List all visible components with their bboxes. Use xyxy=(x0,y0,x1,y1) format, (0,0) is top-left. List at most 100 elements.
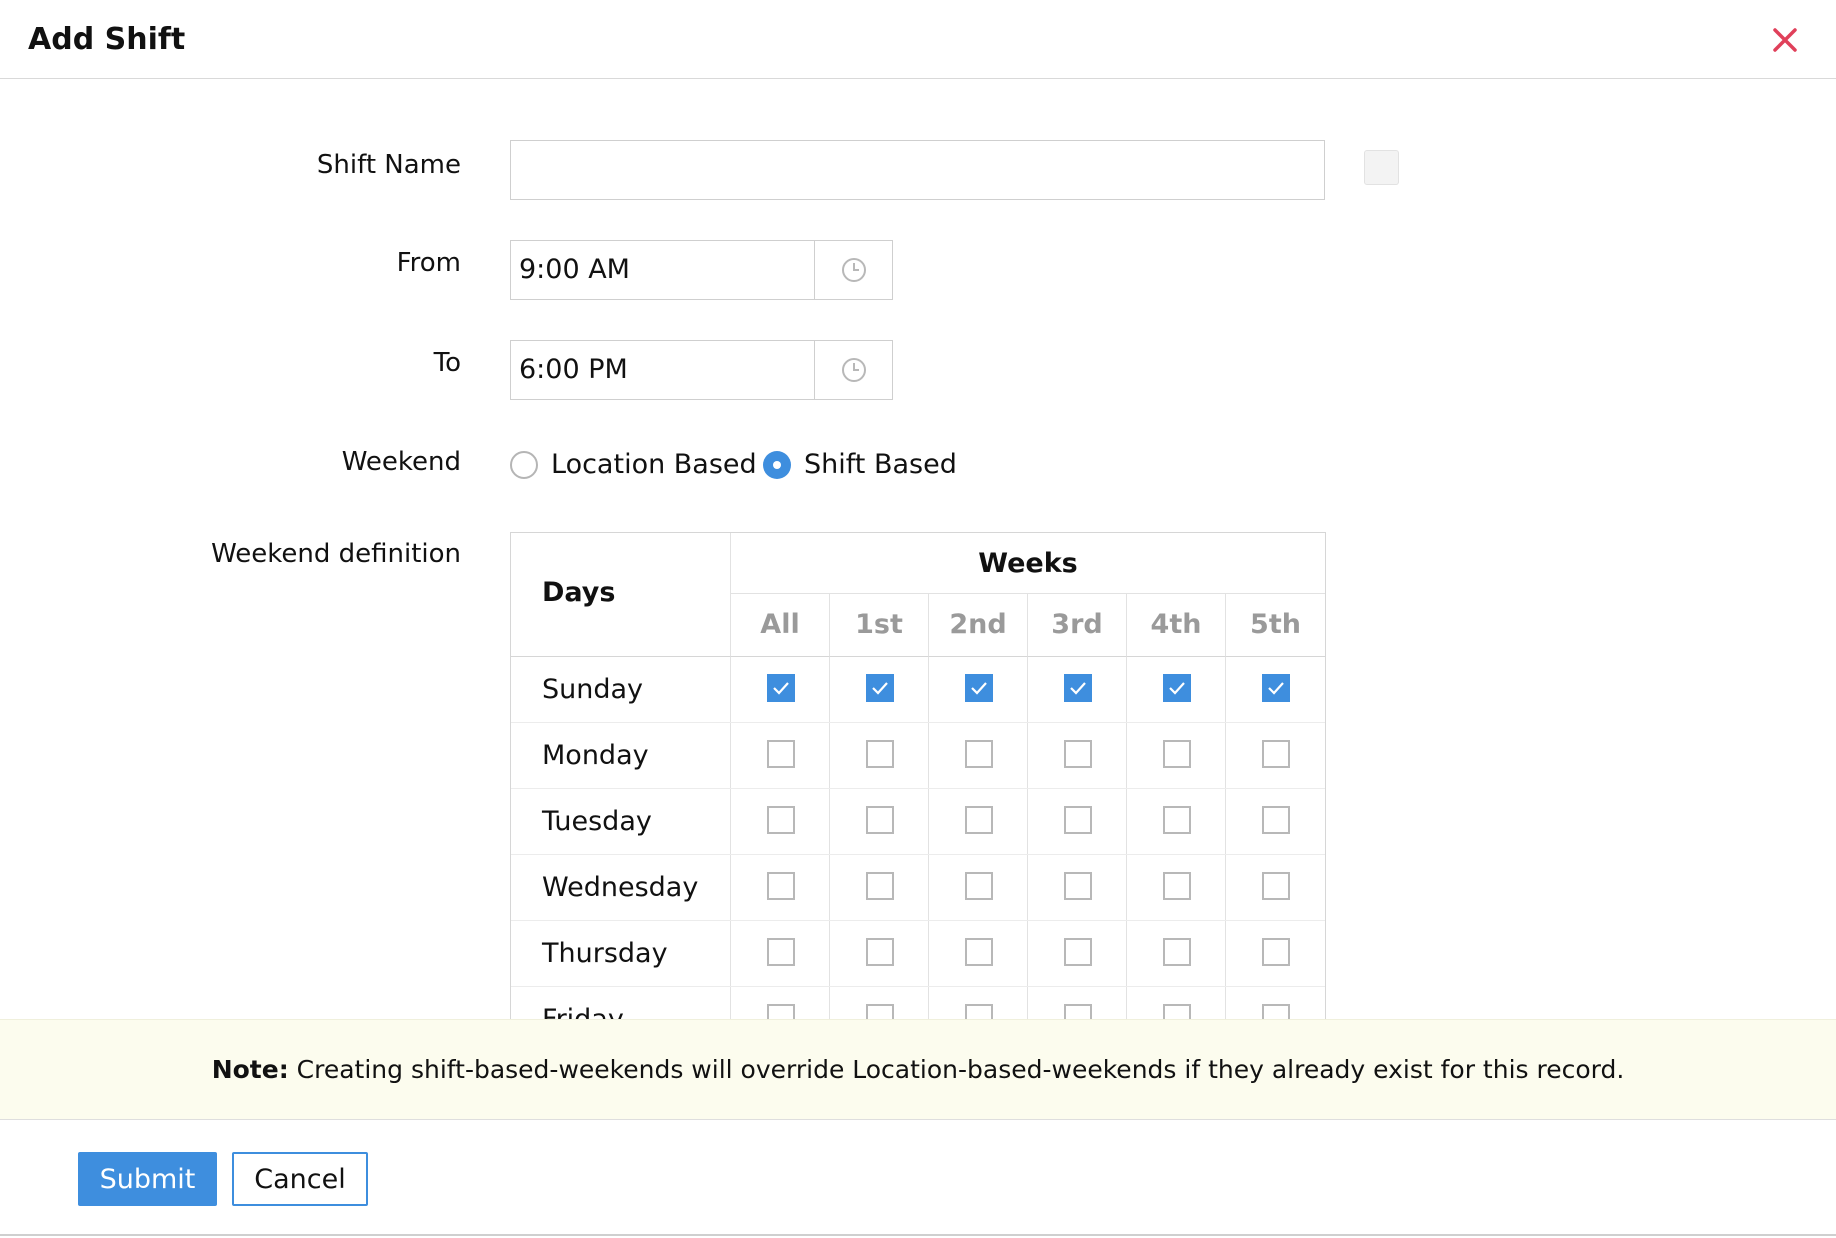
week-cell xyxy=(830,921,929,986)
close-icon[interactable] xyxy=(1767,22,1803,58)
day-label: Tuesday xyxy=(511,789,731,854)
from-time-picker-button[interactable] xyxy=(814,241,892,299)
color-picker-box[interactable] xyxy=(1364,150,1399,185)
week-checkbox[interactable] xyxy=(1262,872,1290,900)
day-label: Sunday xyxy=(511,657,731,722)
table-row: Tuesday xyxy=(511,789,1325,855)
week-column-header: All xyxy=(731,594,830,657)
week-cell xyxy=(731,657,830,722)
submit-button[interactable]: Submit xyxy=(78,1152,217,1206)
week-checkbox[interactable] xyxy=(767,1004,795,1019)
week-column-header: 3rd xyxy=(1028,594,1127,657)
week-cell xyxy=(830,987,929,1019)
week-checkbox[interactable] xyxy=(1064,806,1092,834)
table-row: Monday xyxy=(511,723,1325,789)
checkmark-icon xyxy=(872,682,888,695)
week-cell xyxy=(731,921,830,986)
clock-icon xyxy=(842,358,866,382)
weekend-definition-label: Weekend definition xyxy=(211,539,461,569)
week-checkbox[interactable] xyxy=(1262,1004,1290,1019)
week-checkbox[interactable] xyxy=(767,938,795,966)
week-checkbox[interactable] xyxy=(1064,740,1092,768)
day-label: Monday xyxy=(511,723,731,788)
to-time-picker-button[interactable] xyxy=(814,341,892,399)
week-checkbox[interactable] xyxy=(965,806,993,834)
week-cell xyxy=(731,987,830,1019)
dialog-footer: Submit Cancel xyxy=(0,1120,1836,1238)
week-column-header: 2nd xyxy=(929,594,1028,657)
week-checkbox[interactable] xyxy=(1064,938,1092,966)
week-checkbox[interactable] xyxy=(1262,938,1290,966)
week-checkbox[interactable] xyxy=(1163,872,1191,900)
week-checkbox[interactable] xyxy=(866,806,894,834)
week-checkbox[interactable] xyxy=(1262,740,1290,768)
table-row: Friday xyxy=(511,987,1325,1019)
week-cell xyxy=(1226,657,1325,722)
table-row: Sunday xyxy=(511,657,1325,723)
week-checkbox[interactable] xyxy=(1163,806,1191,834)
week-checkbox[interactable] xyxy=(767,872,795,900)
shift-name-input[interactable] xyxy=(510,140,1325,200)
week-cell xyxy=(1028,657,1127,722)
checkmark-icon xyxy=(1070,682,1086,695)
checkmark-icon xyxy=(971,682,987,695)
week-cell xyxy=(1226,723,1325,788)
week-cell xyxy=(1226,789,1325,854)
week-cell xyxy=(731,789,830,854)
checkmark-icon xyxy=(1268,682,1284,695)
radio-circle xyxy=(763,451,791,479)
week-checkbox[interactable] xyxy=(1262,674,1290,702)
week-checkbox[interactable] xyxy=(767,740,795,768)
week-cell xyxy=(1028,987,1127,1019)
week-checkbox[interactable] xyxy=(1163,740,1191,768)
week-checkbox[interactable] xyxy=(1163,674,1191,702)
weeks-header: Weeks xyxy=(731,533,1325,594)
week-cell xyxy=(830,855,929,920)
week-checkbox[interactable] xyxy=(1064,872,1092,900)
week-checkbox[interactable] xyxy=(866,1004,894,1019)
table-row: Thursday xyxy=(511,921,1325,987)
week-cell xyxy=(1127,789,1226,854)
week-checkbox[interactable] xyxy=(1262,806,1290,834)
week-checkbox[interactable] xyxy=(965,938,993,966)
bottom-divider xyxy=(0,1234,1836,1236)
dialog-header: Add Shift xyxy=(0,0,1836,79)
week-cell xyxy=(1127,987,1226,1019)
checkmark-icon xyxy=(773,682,789,695)
to-label: To xyxy=(433,348,461,378)
week-checkbox[interactable] xyxy=(965,740,993,768)
week-cell xyxy=(1127,855,1226,920)
week-checkbox[interactable] xyxy=(767,806,795,834)
radio-circle xyxy=(510,451,538,479)
week-column-header: 4th xyxy=(1127,594,1226,657)
week-checkbox[interactable] xyxy=(1064,674,1092,702)
cancel-button[interactable]: Cancel xyxy=(232,1152,368,1206)
week-checkbox[interactable] xyxy=(1064,1004,1092,1019)
checkmark-icon xyxy=(1169,682,1185,695)
from-label: From xyxy=(396,248,461,278)
week-checkbox[interactable] xyxy=(866,938,894,966)
week-checkbox[interactable] xyxy=(866,674,894,702)
clock-icon xyxy=(842,258,866,282)
week-checkbox[interactable] xyxy=(1163,938,1191,966)
week-checkbox[interactable] xyxy=(1163,1004,1191,1019)
week-cell xyxy=(929,855,1028,920)
week-cell xyxy=(731,855,830,920)
week-cell xyxy=(1028,789,1127,854)
week-checkbox[interactable] xyxy=(965,674,993,702)
week-checkbox[interactable] xyxy=(965,1004,993,1019)
week-checkbox[interactable] xyxy=(866,740,894,768)
note-text: Creating shift-based-weekends will overr… xyxy=(288,1055,1625,1084)
to-time-value: 6:00 PM xyxy=(519,354,628,385)
day-label: Thursday xyxy=(511,921,731,986)
week-checkbox[interactable] xyxy=(866,872,894,900)
to-time-field[interactable]: 6:00 PM xyxy=(510,340,893,400)
radio-label: Shift Based xyxy=(804,449,957,480)
week-cell xyxy=(1226,855,1325,920)
week-cell xyxy=(830,789,929,854)
week-checkbox[interactable] xyxy=(965,872,993,900)
from-time-field[interactable]: 9:00 AM xyxy=(510,240,893,300)
days-header: Days xyxy=(511,533,731,657)
dialog-body: Shift Name From 9:00 AM To 6:00 PM Weeke… xyxy=(0,79,1836,1019)
week-checkbox[interactable] xyxy=(767,674,795,702)
